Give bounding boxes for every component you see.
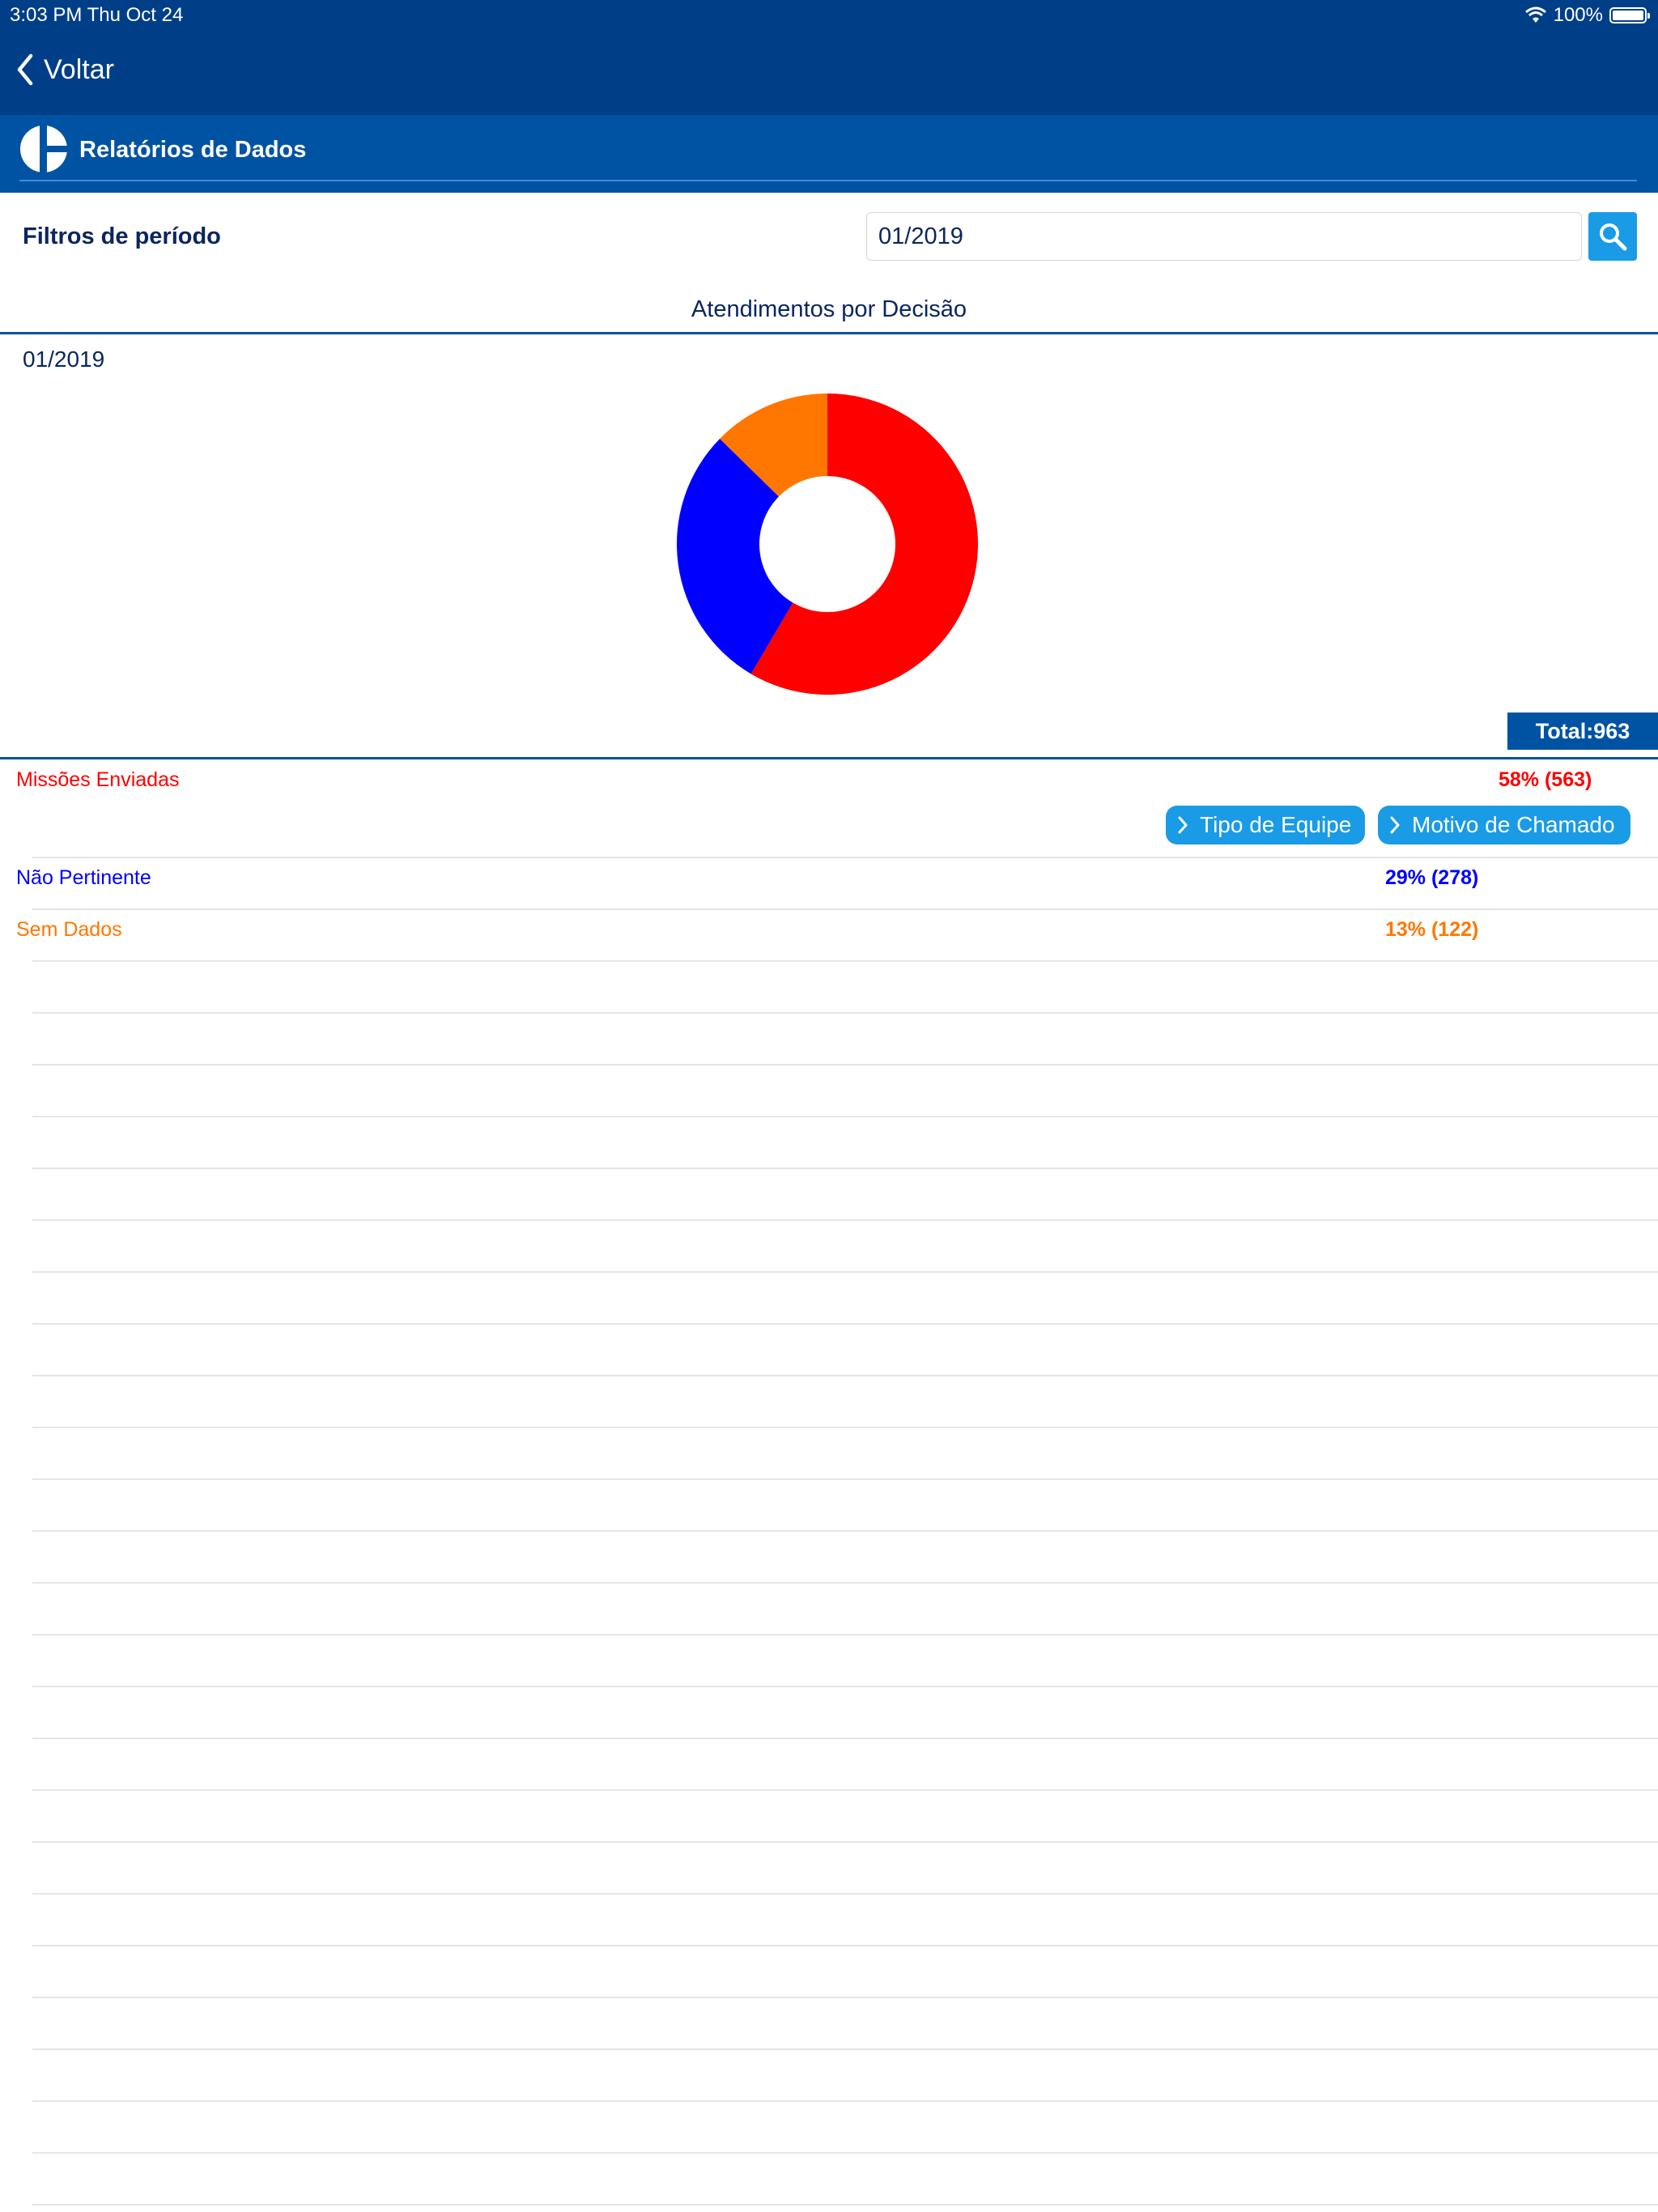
donut-chart-svg [677, 393, 978, 695]
legend-value: 13% (122) [1385, 918, 1479, 941]
period-filter: Filtros de período [0, 193, 1658, 282]
row-separator [32, 1271, 1658, 1273]
nav-bar: Voltar [0, 32, 1658, 115]
row-separator [32, 960, 1658, 962]
row-separator [32, 1738, 1658, 1739]
header-underline [19, 180, 1637, 181]
period-input[interactable] [866, 212, 1582, 261]
donut-chart [674, 390, 981, 698]
back-label: Voltar [44, 53, 114, 85]
row-separator [32, 1323, 1658, 1325]
row-separator [32, 1116, 1658, 1117]
legend-value: 58% (563) [1499, 768, 1592, 791]
chevron-left-icon [17, 53, 33, 86]
total-badge: Total:963 [1507, 713, 1658, 750]
row-separator [32, 1168, 1658, 1169]
legend-label: Sem Dados [16, 918, 122, 941]
legend-row-sem-dados[interactable]: Sem Dados 13% (122) [0, 910, 1658, 962]
row-separator [32, 2048, 1658, 2050]
legend-label: Missões Enviadas [16, 768, 180, 791]
section-divider [0, 332, 1658, 334]
row-separator [32, 2204, 1658, 2206]
chevron-right-icon [1390, 816, 1400, 834]
filter-label: Filtros de período [23, 223, 221, 249]
legend-row-nao-pertinente[interactable]: Não Pertinente 29% (278) [0, 858, 1658, 910]
section-divider [0, 757, 1658, 759]
row-separator [32, 1686, 1658, 1687]
status-time: 3:03 PM Thu Oct 24 [10, 4, 184, 26]
tipo-equipe-button[interactable]: Tipo de Equipe [1166, 806, 1365, 844]
chart-title: Atendimentos por Decisão [691, 296, 967, 322]
row-separator [32, 1375, 1658, 1376]
row-separator [32, 1841, 1658, 1843]
row-separator [32, 1012, 1658, 1014]
legend-label: Não Pertinente [16, 866, 151, 889]
row-separator [32, 1064, 1658, 1066]
motivo-chamado-label: Motivo de Chamado [1412, 812, 1615, 837]
row-separator [32, 1582, 1658, 1584]
wifi-icon [1524, 6, 1546, 23]
row-separator [32, 1789, 1658, 1791]
status-bar: 3:03 PM Thu Oct 24 100% [0, 0, 1658, 32]
chevron-right-icon [1178, 816, 1188, 834]
row-separator [32, 1530, 1658, 1532]
page-header: Relatórios de Dados [0, 115, 1658, 193]
legend-value: 29% (278) [1385, 866, 1479, 889]
row-separator [32, 1478, 1658, 1480]
battery-percent: 100% [1553, 4, 1603, 26]
row-separator [32, 1945, 1658, 1946]
back-button[interactable]: Voltar [16, 53, 114, 86]
status-right: 100% [1524, 4, 1650, 27]
row-separator [32, 1634, 1658, 1636]
legend-row-missoes-enviadas[interactable]: Missões Enviadas 58% (563) Tipo de Equip… [0, 765, 1658, 856]
tipo-equipe-label: Tipo de Equipe [1200, 812, 1352, 837]
search-icon [1600, 223, 1627, 251]
row-separator [32, 1427, 1658, 1428]
page-title: Relatórios de Dados [79, 137, 307, 163]
row-separator [32, 1997, 1658, 1998]
search-button[interactable] [1588, 212, 1637, 261]
chart-period: 01/2019 [23, 347, 105, 372]
row-separator [32, 1219, 1658, 1221]
row-separator [32, 1893, 1658, 1895]
row-separator [32, 2152, 1658, 2154]
row-separator [32, 2100, 1658, 2102]
logo-icon [20, 125, 68, 173]
battery-icon [1609, 7, 1650, 23]
motivo-chamado-button[interactable]: Motivo de Chamado [1378, 806, 1630, 844]
